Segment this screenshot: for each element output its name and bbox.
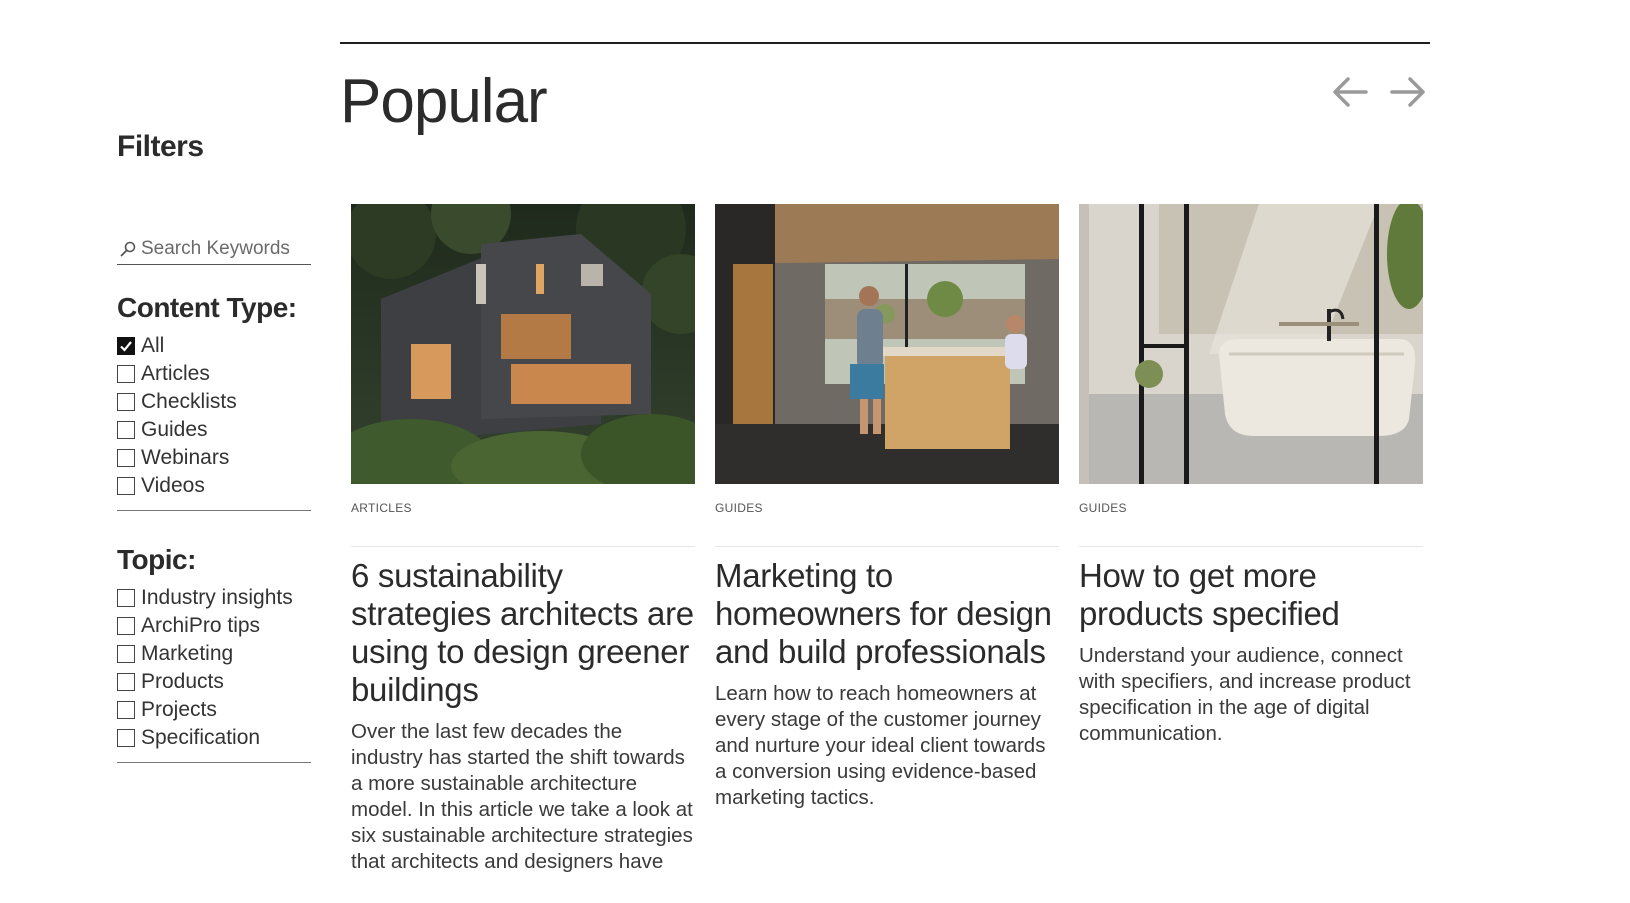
checkbox[interactable] <box>117 477 135 495</box>
content-type-options: All Articles Checklists Guides Webinars <box>117 332 311 511</box>
filters-sidebar: Filters Content Type: All Articles <box>117 130 311 763</box>
carousel-next-button[interactable] <box>1386 70 1430 114</box>
card-title[interactable]: 6 sustainability strategies architects a… <box>351 557 695 709</box>
topic-option-projects[interactable]: Projects <box>117 696 311 724</box>
topic-option-specification[interactable]: Specification <box>117 724 311 752</box>
checkbox[interactable] <box>117 421 135 439</box>
section-title: Popular <box>340 67 548 136</box>
card-content-type: GUIDES <box>715 501 763 515</box>
card-title[interactable]: Marketing to homeowners for design and b… <box>715 557 1059 671</box>
checkbox[interactable] <box>117 673 135 691</box>
checkbox[interactable] <box>117 589 135 607</box>
article-card[interactable]: GUIDES How to get more products specifie… <box>1079 204 1423 747</box>
top-divider <box>340 42 1430 44</box>
card-content-type: GUIDES <box>1079 501 1127 515</box>
checkbox[interactable] <box>117 645 135 663</box>
article-card[interactable]: ARTICLES 6 sustainability strategies arc… <box>351 204 695 875</box>
content-type-option-guides[interactable]: Guides <box>117 416 311 444</box>
content-type-option-videos[interactable]: Videos <box>117 472 311 500</box>
search-input[interactable] <box>141 238 309 260</box>
topic-option-archipro-tips[interactable]: ArchiPro tips <box>117 612 311 640</box>
content-type-option-all[interactable]: All <box>117 332 311 360</box>
filters-title: Filters <box>117 130 204 163</box>
checkbox-checked[interactable] <box>117 337 135 355</box>
checkbox[interactable] <box>117 449 135 467</box>
content-type-filter: Content Type: All Articles Checklists Gu… <box>117 292 311 511</box>
content-type-option-webinars[interactable]: Webinars <box>117 444 311 472</box>
article-card[interactable]: GUIDES Marketing to homeowners for desig… <box>715 204 1059 811</box>
content-type-option-articles[interactable]: Articles <box>117 360 311 388</box>
search-icon <box>120 241 136 257</box>
option-label: All <box>141 334 165 357</box>
option-label: Specification <box>141 726 261 749</box>
topic-option-marketing[interactable]: Marketing <box>117 640 311 668</box>
arrow-right-icon <box>1390 77 1425 107</box>
dark-timber-house-photo[interactable] <box>351 204 695 484</box>
card-divider <box>1079 546 1423 547</box>
option-label: Webinars <box>141 446 230 469</box>
bathroom-bathtub-photo[interactable] <box>1079 204 1423 484</box>
arrow-left-icon <box>1333 77 1368 107</box>
card-divider <box>351 546 695 547</box>
search-box <box>117 234 311 265</box>
checkmark-icon <box>120 341 132 352</box>
checkbox[interactable] <box>117 701 135 719</box>
option-label: ArchiPro tips <box>141 614 261 637</box>
checkbox[interactable] <box>117 729 135 747</box>
option-label: Guides <box>141 418 208 441</box>
checkbox[interactable] <box>117 393 135 411</box>
kitchen-island-photo[interactable] <box>715 204 1059 484</box>
content-type-title: Content Type: <box>117 292 297 323</box>
topic-options: Industry insights ArchiPro tips Marketin… <box>117 584 311 763</box>
checkbox[interactable] <box>117 617 135 635</box>
option-label: Projects <box>141 698 217 721</box>
option-label: Products <box>141 670 224 693</box>
topic-filter: Topic: Industry insights ArchiPro tips M… <box>117 544 311 763</box>
topic-title: Topic: <box>117 544 196 575</box>
content-type-option-checklists[interactable]: Checklists <box>117 388 311 416</box>
topic-option-industry-insights[interactable]: Industry insights <box>117 584 311 612</box>
card-title[interactable]: How to get more products specified <box>1079 557 1423 633</box>
card-description: Understand your audience, connect with s… <box>1079 644 1411 745</box>
card-divider <box>715 546 1059 547</box>
option-label: Marketing <box>141 642 234 665</box>
option-label: Checklists <box>141 390 237 413</box>
card-description: Learn how to reach homeowners at every s… <box>715 682 1046 809</box>
page: Popular Filters Content Type: <box>0 0 1630 903</box>
checkbox[interactable] <box>117 365 135 383</box>
card-content-type: ARTICLES <box>351 501 412 515</box>
carousel-prev-button[interactable] <box>1328 70 1372 114</box>
topic-option-products[interactable]: Products <box>117 668 311 696</box>
option-label: Industry insights <box>141 586 293 609</box>
card-description: Over the last few decades the industry h… <box>351 720 693 873</box>
option-label: Articles <box>141 362 210 385</box>
option-label: Videos <box>141 474 205 497</box>
